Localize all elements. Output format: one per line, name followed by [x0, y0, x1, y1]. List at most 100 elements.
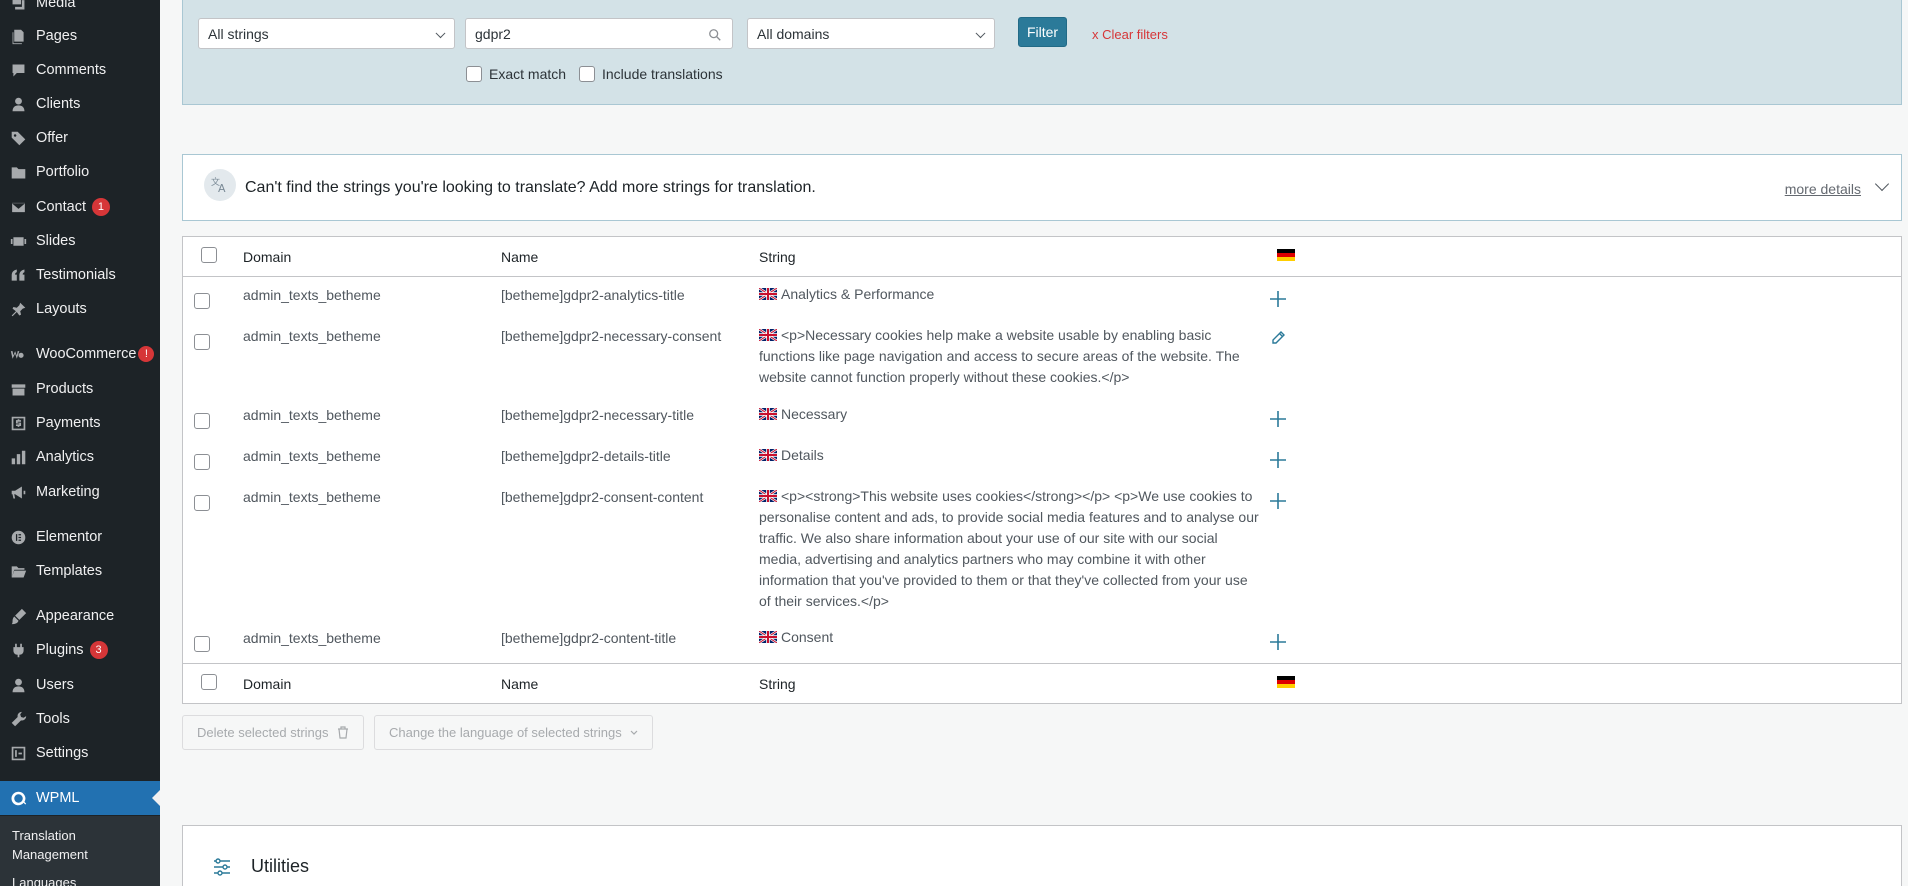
- filter-button[interactable]: Filter: [1018, 17, 1067, 47]
- chevron-down-icon: [435, 27, 446, 38]
- menu-item-layouts[interactable]: Layouts: [0, 292, 160, 326]
- menu-label: Media: [36, 0, 76, 11]
- cell-name: [betheme]gdpr2-details-title: [501, 448, 671, 464]
- menu-item-settings[interactable]: Settings: [0, 736, 160, 770]
- cell-domain: admin_texts_betheme: [243, 407, 381, 423]
- add-translation-icon[interactable]: [1268, 632, 1288, 652]
- change-language-button[interactable]: Change the language of selected strings: [374, 715, 653, 750]
- table-footer: Domain Name String: [183, 663, 1901, 703]
- column-header-domain[interactable]: Domain: [243, 249, 291, 265]
- notification-badge: !: [138, 346, 155, 362]
- menu-item-products[interactable]: Products: [0, 372, 160, 406]
- table-row[interactable]: admin_texts_betheme [betheme]gdpr2-conte…: [183, 620, 1901, 663]
- row-checkbox[interactable]: [194, 413, 210, 429]
- table-row[interactable]: admin_texts_betheme [betheme]gdpr2-neces…: [183, 397, 1901, 438]
- search-input[interactable]: gdpr2: [465, 18, 733, 49]
- menu-item-comments[interactable]: Comments: [0, 53, 160, 87]
- menu-label: Settings: [36, 745, 89, 761]
- uk-flag-icon: [759, 449, 777, 461]
- row-checkbox[interactable]: [194, 454, 210, 470]
- menu-item-clients[interactable]: Clients: [0, 87, 160, 121]
- menu-item-appearance[interactable]: Appearance: [0, 599, 160, 633]
- submenu-translation-management[interactable]: Translation Management: [12, 826, 88, 864]
- chevron-down-icon[interactable]: [1874, 176, 1890, 192]
- menu-label: Contact: [36, 199, 86, 215]
- exact-match-checkbox[interactable]: [466, 66, 482, 82]
- add-translation-icon[interactable]: [1268, 289, 1288, 309]
- menu-label: Layouts: [36, 301, 87, 317]
- menu-label: WPML: [36, 790, 80, 806]
- string-type-select[interactable]: All strings: [198, 18, 455, 49]
- active-indicator: [152, 790, 160, 806]
- column-footer-domain[interactable]: Domain: [243, 676, 291, 692]
- table-row[interactable]: admin_texts_betheme [betheme]gdpr2-conse…: [183, 479, 1901, 620]
- edit-translation-icon[interactable]: [1268, 328, 1288, 348]
- menu-item-portfolio[interactable]: Portfolio: [0, 155, 160, 189]
- quote-icon: [8, 265, 28, 285]
- cell-domain: admin_texts_betheme: [243, 328, 381, 344]
- cell-name: [betheme]gdpr2-content-title: [501, 630, 677, 646]
- row-checkbox[interactable]: [194, 636, 210, 652]
- menu-item-pages[interactable]: Pages: [0, 19, 160, 53]
- menu-item-slides[interactable]: Slides: [0, 224, 160, 258]
- table-row[interactable]: admin_texts_betheme [betheme]gdpr2-analy…: [183, 277, 1901, 318]
- string-text: Analytics & Performance: [781, 286, 935, 302]
- menu-label: Users: [36, 677, 74, 693]
- column-footer-string[interactable]: String: [759, 676, 796, 692]
- menu-label: Templates: [36, 563, 103, 579]
- menu-item-plugins[interactable]: Plugins 3: [0, 633, 160, 667]
- menu-item-testimonials[interactable]: Testimonials: [0, 258, 160, 292]
- delete-selected-button[interactable]: Delete selected strings: [182, 715, 364, 750]
- menu-label: Appearance: [36, 608, 115, 624]
- slides-icon: [8, 231, 28, 251]
- cell-domain: admin_texts_betheme: [243, 448, 381, 464]
- include-translations-checkbox[interactable]: [579, 66, 595, 82]
- menu-item-wpml[interactable]: WPML: [0, 781, 160, 815]
- menu-item-users[interactable]: Users: [0, 668, 160, 702]
- german-flag-icon: [1277, 249, 1295, 261]
- menu-item-media[interactable]: Media: [0, 0, 160, 20]
- cell-name: [betheme]gdpr2-necessary-title: [501, 407, 694, 423]
- translate-icon: 文A: [204, 169, 236, 201]
- menu-item-marketing[interactable]: Marketing: [0, 475, 160, 509]
- menu-label: Offer: [36, 130, 68, 146]
- menu-item-elementor[interactable]: Elementor: [0, 520, 160, 554]
- column-header-name[interactable]: Name: [501, 249, 538, 265]
- table-row[interactable]: admin_texts_betheme [betheme]gdpr2-neces…: [183, 318, 1901, 397]
- menu-label: Slides: [36, 233, 76, 249]
- strings-table: Domain Name String admin_texts_betheme […: [182, 236, 1902, 704]
- menu-item-woocommerce[interactable]: WooCommerce !: [0, 337, 160, 371]
- row-checkbox[interactable]: [194, 334, 210, 350]
- add-translation-icon[interactable]: [1268, 491, 1288, 511]
- menu-item-offer[interactable]: Offer: [0, 121, 160, 155]
- table-header: Domain Name String: [183, 237, 1901, 277]
- row-checkbox[interactable]: [194, 495, 210, 511]
- add-translation-icon[interactable]: [1268, 450, 1288, 470]
- select-all-checkbox[interactable]: [201, 247, 217, 263]
- media-icon: [8, 0, 28, 13]
- more-details-link[interactable]: more details: [1785, 181, 1861, 197]
- column-header-string[interactable]: String: [759, 249, 796, 265]
- domain-select[interactable]: All domains: [747, 18, 995, 49]
- menu-label: Comments: [36, 62, 107, 78]
- menu-item-tools[interactable]: Tools: [0, 702, 160, 736]
- table-row[interactable]: admin_texts_betheme [betheme]gdpr2-detai…: [183, 438, 1901, 479]
- menu-item-analytics[interactable]: Analytics: [0, 440, 160, 474]
- chevron-down-icon: [975, 27, 986, 38]
- column-footer-name[interactable]: Name: [501, 676, 538, 692]
- woocommerce-icon: [8, 344, 28, 364]
- menu-item-contact[interactable]: Contact 1: [0, 190, 160, 224]
- menu-item-payments[interactable]: Payments: [0, 406, 160, 440]
- submenu-languages[interactable]: Languages: [12, 873, 76, 886]
- clear-filters-link[interactable]: x Clear filters: [1092, 27, 1168, 42]
- search-icon[interactable]: [708, 28, 722, 42]
- utilities-title: Utilities: [251, 856, 310, 876]
- menu-item-templates[interactable]: Templates: [0, 554, 160, 588]
- select-all-checkbox[interactable]: [201, 674, 217, 690]
- uk-flag-icon: [759, 329, 777, 341]
- row-checkbox[interactable]: [194, 293, 210, 309]
- add-translation-icon[interactable]: [1268, 409, 1288, 429]
- wpml-icon: [8, 788, 28, 808]
- sliders-icon: [214, 858, 230, 876]
- include-translations-label: Include translations: [602, 66, 723, 82]
